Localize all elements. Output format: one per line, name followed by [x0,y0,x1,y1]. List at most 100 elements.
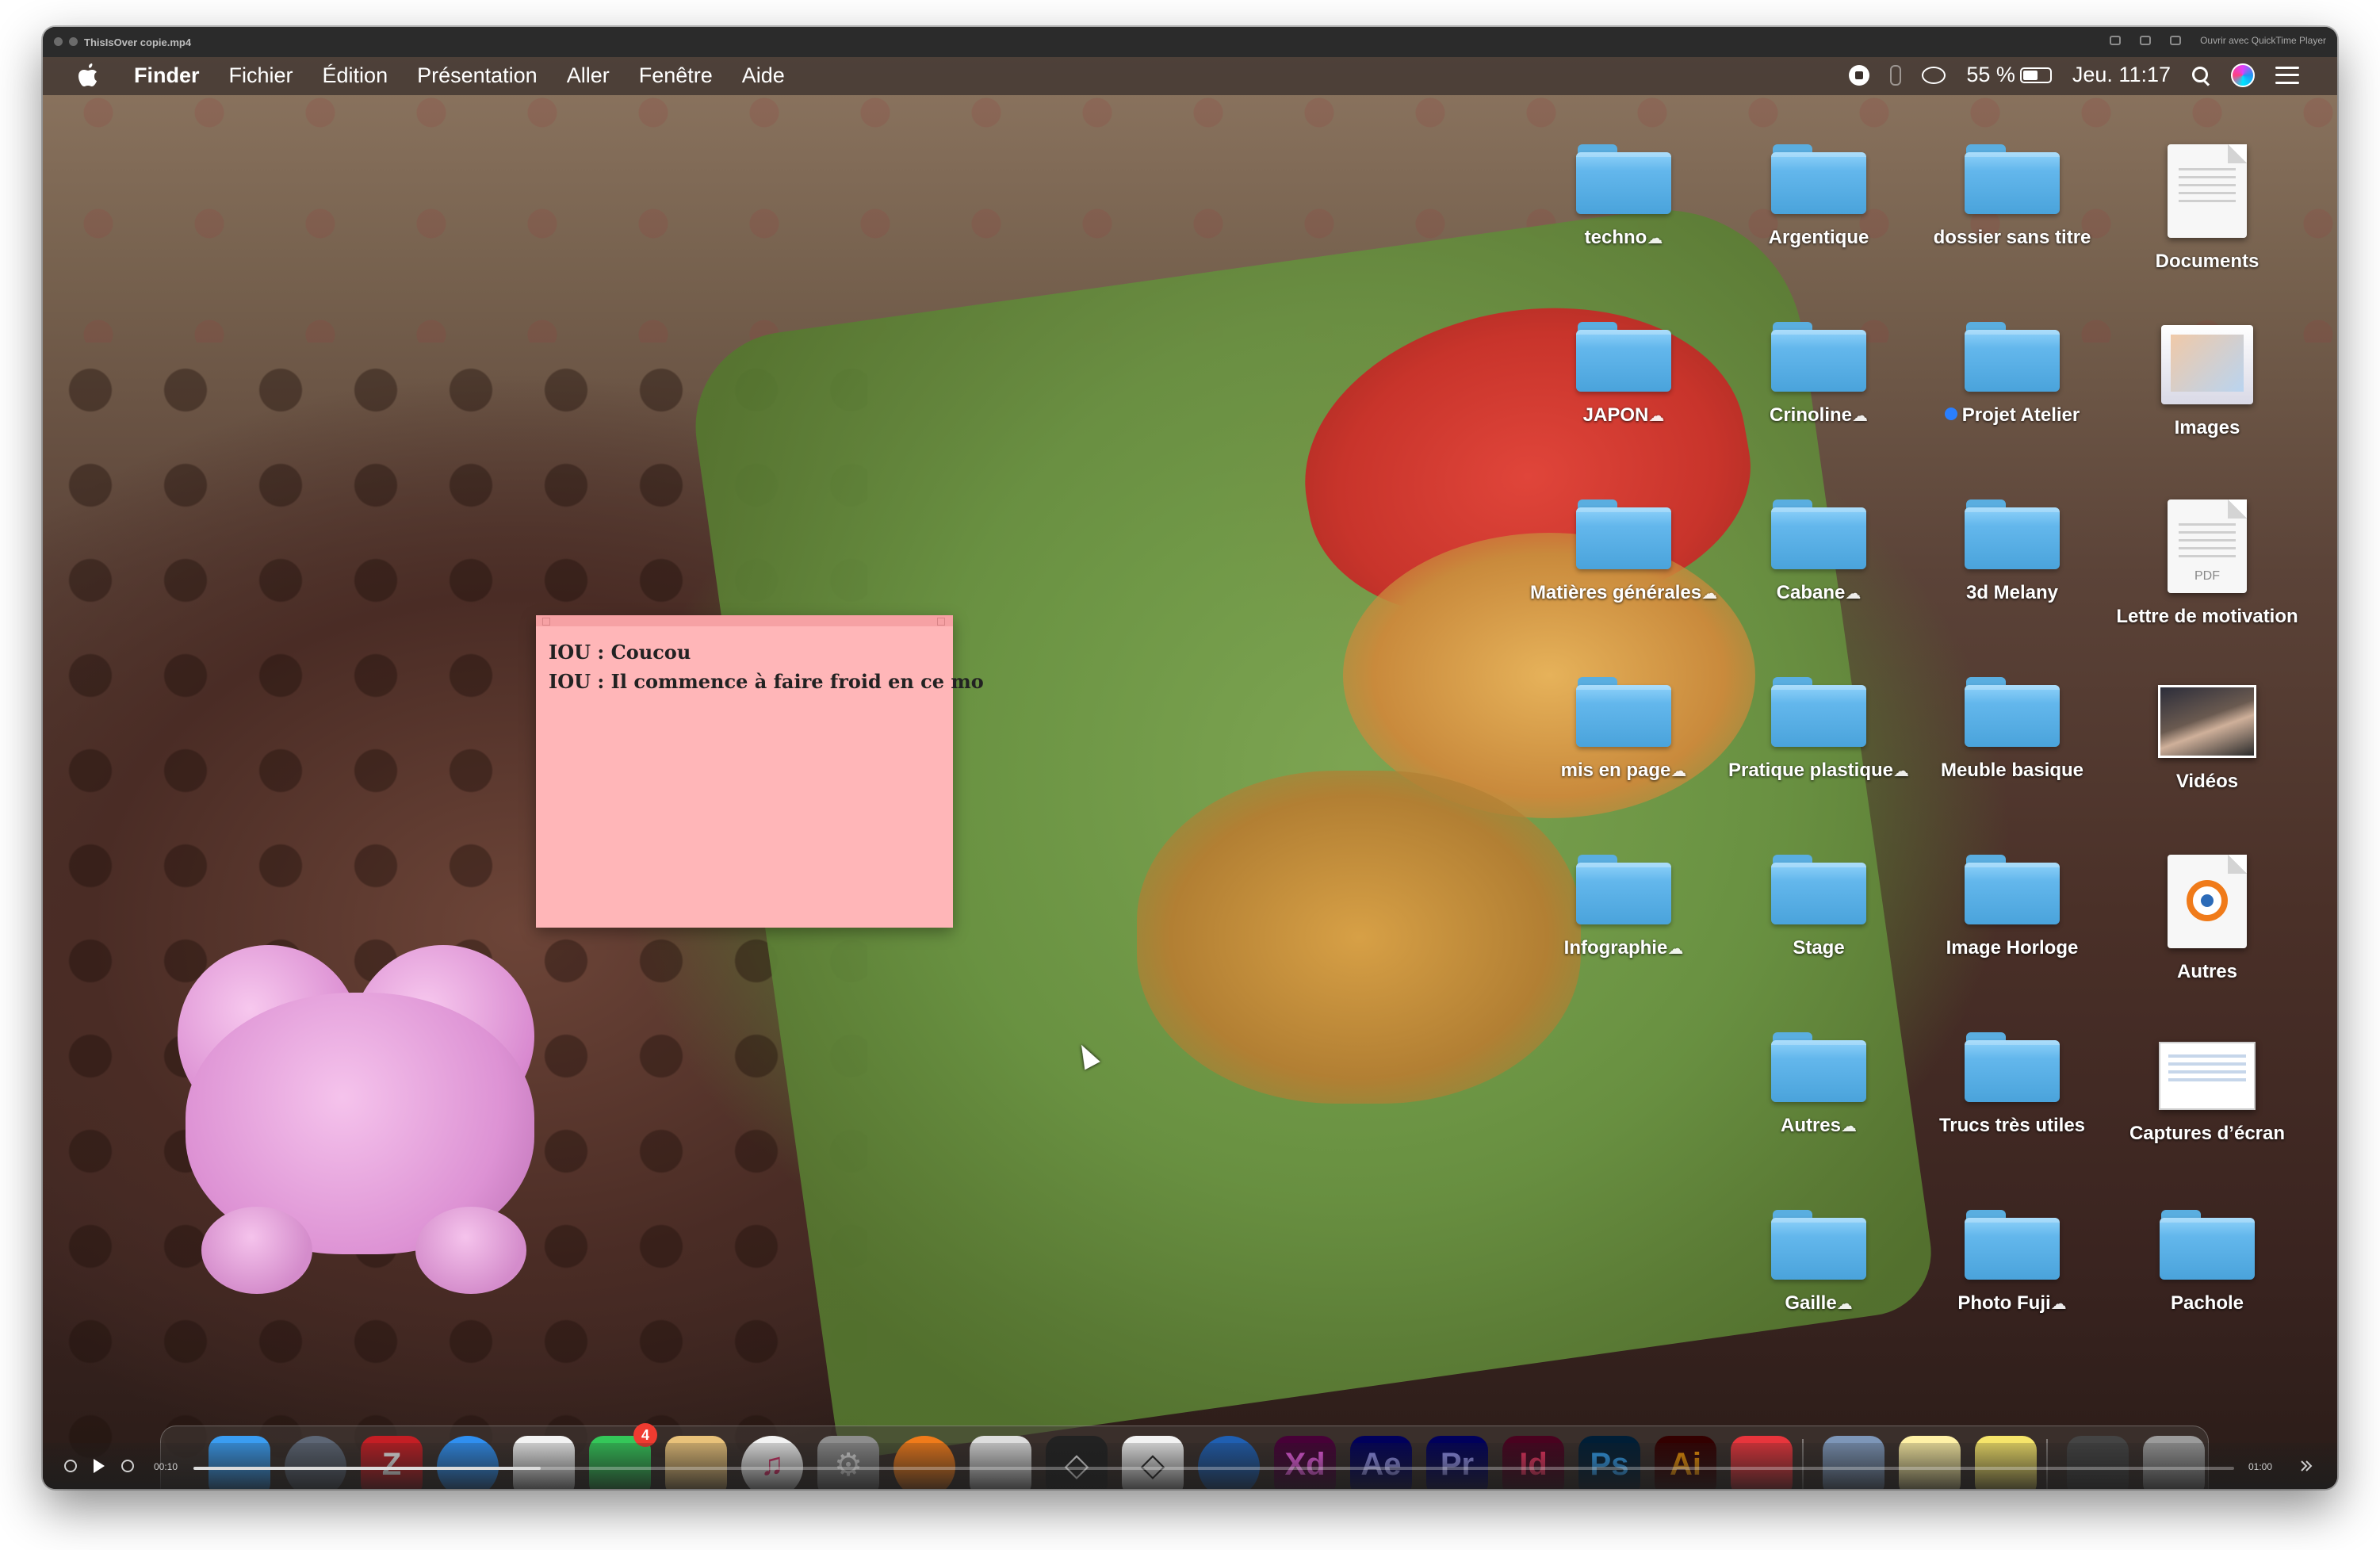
scrubber[interactable] [193,1467,2234,1470]
desktop-item-3d-melany[interactable]: 3d Melany [1917,499,2107,606]
sticky-zoom-button[interactable] [937,618,945,626]
trim-icon[interactable] [2140,36,2152,45]
battery-status[interactable]: 55 % [1966,63,2052,87]
icloud-download-icon: ☁ [1852,408,1868,425]
desktop-item-lettre-de-motivation[interactable]: PDF Lettre de motivation [2112,499,2302,630]
desktop-item-autres[interactable]: Autres ☁ [1724,1032,1914,1139]
desktop-item-cabane[interactable]: Cabane ☁ [1724,499,1914,607]
desktop-item-photo-fuji[interactable]: Photo Fuji ☁ [1917,1210,2107,1317]
desktop-item-name: Infographie [1563,937,1668,959]
sticky-line: IOU : Il commence à faire froid en ce mo [549,670,984,693]
desktop-item-label: Stage [1724,936,1914,961]
desktop-item-matieres-generales[interactable]: Matières générales ☁ [1529,499,1719,607]
desktop-item-name: Autres [2176,961,2238,982]
desktop-item-label: Lettre de motivation [2112,604,2302,630]
fast-forward-icon[interactable] [121,1459,135,1473]
menu-finder[interactable]: Finder [134,63,200,88]
desktop-item-label: Captures d’écran [2112,1121,2302,1146]
creative-cloud-icon[interactable] [1922,66,1946,84]
desktop-item-label: JAPON ☁ [1529,403,1719,429]
desktop-item-pratique-plastique[interactable]: Pratique plastique ☁ [1724,677,1914,784]
desktop-item-label: Autres ☁ [1724,1113,1914,1139]
siri-icon[interactable] [2231,63,2255,87]
desktop-item-crinoline[interactable]: Crinoline ☁ [1724,322,1914,429]
bluetooth-icon[interactable] [1890,64,1902,86]
close-button[interactable] [54,37,63,46]
plush-foot-right [415,1207,526,1294]
icloud-download-icon: ☁ [1670,763,1687,780]
minimize-button[interactable] [69,37,78,46]
desktop-item-japon[interactable]: JAPON ☁ [1529,322,1719,429]
desktop-item-autres[interactable]: Autres [2112,855,2302,985]
desktop-item-label: dossier sans titre [1917,225,2107,251]
menu-aller[interactable]: Aller [567,63,610,88]
menu-presentation[interactable]: Présentation [417,63,538,88]
open-with-quicktime-button[interactable]: Ouvrir avec QuickTime Player [2200,35,2326,46]
menu-fichier[interactable]: Fichier [229,63,293,88]
images-folder-icon [2161,325,2253,404]
desktop-item-name: Meuble basique [1940,760,2084,781]
play-button[interactable] [94,1459,108,1473]
folder-icon [1576,855,1671,924]
menu-bar: Finder Fichier Édition Présentation Alle… [43,57,2337,95]
menu-clock[interactable]: Jeu. 11:17 [2072,63,2171,87]
desktop-item-name: Photo Fuji [1957,1292,2051,1314]
desktop-item-mis-en-page[interactable]: mis en page ☁ [1529,677,1719,784]
duration: 01:00 [2248,1461,2272,1472]
folder-icon [1576,499,1671,569]
notification-center-icon[interactable] [2275,66,2299,84]
sticky-titlebar[interactable] [536,615,953,626]
screen-recording-icon[interactable] [1849,64,1870,86]
desktop-item-gaille[interactable]: Gaille ☁ [1724,1210,1914,1317]
desktop-item-captures-d-ecran[interactable]: Captures d’écran [2112,1032,2302,1146]
desktop-item-pachole[interactable]: Pachole [2112,1210,2302,1316]
desktop-item-trucs-tres-utiles[interactable]: Trucs très utiles [1917,1032,2107,1139]
desktop-item-label: Matières générales ☁ [1529,580,1719,607]
desktop-item-name: dossier sans titre [1933,227,2091,248]
desktop-item-videos[interactable]: Vidéos [2112,677,2302,794]
desktop-item-projet-atelier[interactable]: Projet Atelier [1917,322,2107,428]
menu-edition[interactable]: Édition [323,63,388,88]
desktop-item-infographie[interactable]: Infographie ☁ [1529,855,1719,962]
window-titlebar[interactable]: ThisIsOver copie.mp4 Ouvrir avec QuickTi… [43,27,2337,57]
desktop-item-argentique[interactable]: Argentique [1724,144,1914,251]
rotate-icon[interactable] [2110,36,2122,45]
desktop-item-dossier-sans-titre[interactable]: dossier sans titre [1917,144,2107,251]
folder-icon [1771,677,1866,747]
menu-aide[interactable]: Aide [742,63,785,88]
sticky-close-button[interactable] [542,618,550,626]
sticky-note[interactable]: IOU : Coucou IOU : Il commence à faire f… [536,615,984,928]
desktop-item-name: Projet Atelier [1961,404,2080,426]
battery-icon [2019,67,2052,83]
desktop-item-label: Projet Atelier [1917,403,2107,428]
desktop-item-stage[interactable]: Stage [1724,855,1914,961]
desktop-item-name: Gaille [1785,1292,1837,1314]
volume-icon[interactable] [63,1459,78,1473]
icloud-download-icon: ☁ [1648,408,1665,425]
apple-menu-icon[interactable] [78,63,98,88]
folder-icon [1576,677,1671,747]
desktop-item-name: Pachole [2170,1292,2244,1314]
icloud-download-icon: ☁ [1701,585,1718,603]
desktop-item-label: Image Horloge [1917,936,2107,961]
desktop-item-meuble-basique[interactable]: Meuble basique [1917,677,2107,783]
desktop-item-name: Captures d’écran [2129,1123,2286,1144]
menu-fenetre[interactable]: Fenêtre [639,63,713,88]
scrubber-progress [193,1467,541,1470]
desktop-item-name: Argentique [1768,227,1869,248]
desktop-item-documents[interactable]: Documents [2112,144,2302,274]
blender-file-icon [2168,855,2247,948]
share-icon[interactable] [2170,36,2182,45]
desktop-item-techno[interactable]: techno ☁ [1529,144,1719,251]
desktop-item-label: Documents [2112,249,2302,274]
desktop-item-name: Documents [2155,251,2259,272]
share-chevron-icon[interactable] [2299,1459,2313,1473]
sticky-text[interactable]: IOU : Coucou IOU : Il commence à faire f… [536,626,984,707]
desktop-item-image-horloge[interactable]: Image Horloge [1917,855,2107,961]
folder-icon [1576,144,1671,214]
spotlight-search-icon[interactable] [2191,66,2210,85]
video-thumbnail-icon [2158,685,2256,758]
folder-icon [2160,1210,2255,1280]
desktop-item-images[interactable]: Images [2112,322,2302,441]
desktop-item-name: Vidéos [2175,771,2239,792]
